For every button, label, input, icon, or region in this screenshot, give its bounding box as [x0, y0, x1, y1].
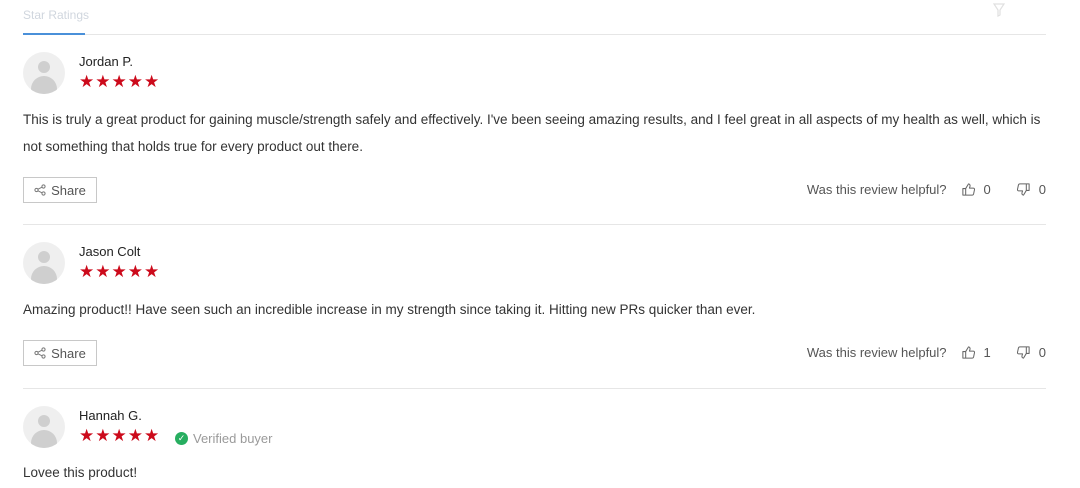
helpful-label: Was this review helpful? [806, 345, 947, 360]
avatar-head-shape [38, 61, 50, 73]
share-icon [34, 184, 46, 196]
avatar-body-shape [31, 266, 57, 284]
avatar [23, 52, 65, 94]
review-author: Hannah G. [79, 408, 142, 423]
share-icon [34, 347, 46, 359]
upvote-count: 0 [983, 182, 991, 197]
thumbs-down-button[interactable]: 0 [1016, 182, 1046, 197]
avatar-body-shape [31, 76, 57, 94]
helpful-vote-bar: Was this review helpful? 1 0 [807, 345, 1046, 360]
avatar-head-shape [38, 251, 50, 263]
thumbs-up-button[interactable]: 0 [961, 182, 991, 197]
avatar-head-shape [38, 415, 50, 427]
review-item: Jason Colt ★★★★★ Amazing product!! Have … [23, 225, 1046, 389]
share-label: Share [51, 345, 86, 361]
avatar [23, 406, 65, 448]
helpful-label: Was this review helpful? [806, 182, 947, 197]
thumbs-up-icon [961, 346, 975, 359]
tab-star-ratings[interactable]: Star Ratings [23, 8, 89, 34]
review-body: Amazing product!! Have seen such an incr… [23, 302, 756, 317]
star-rating: ★★★★★ [79, 262, 161, 281]
review-body: This is truly a great product for gainin… [23, 112, 1041, 154]
thumbs-down-icon [1016, 346, 1030, 359]
verified-buyer-badge: ✓ Verified buyer [175, 431, 273, 446]
review-item: Jordan P. ★★★★★ This is truly a great pr… [23, 35, 1046, 225]
reviews-tab-bar: Star Ratings [23, 0, 1046, 35]
star-rating: ★★★★★ [79, 72, 161, 91]
share-button[interactable]: Share [23, 340, 97, 366]
share-button[interactable]: Share [23, 177, 97, 203]
share-label: Share [51, 182, 86, 198]
check-circle-icon: ✓ [175, 432, 188, 445]
review-body: Lovee this product! [23, 465, 138, 480]
thumbs-up-button[interactable]: 1 [961, 345, 991, 360]
thumbs-down-button[interactable]: 0 [1016, 345, 1046, 360]
star-rating: ★★★★★ [79, 426, 161, 445]
upvote-count: 1 [983, 345, 991, 360]
thumbs-down-icon [1016, 183, 1030, 196]
review-author: Jason Colt [79, 244, 141, 259]
downvote-count: 0 [1038, 182, 1046, 197]
verified-label: Verified buyer [193, 431, 273, 446]
thumbs-up-icon [961, 183, 975, 196]
avatar [23, 242, 65, 284]
review-item: Hannah G. ★★★★★ ✓ Verified buyer Lovee t… [23, 389, 1046, 488]
review-author: Jordan P. [79, 54, 133, 69]
tab-star-ratings-label: Star Ratings [23, 8, 90, 22]
helpful-vote-bar: Was this review helpful? 0 0 [807, 182, 1046, 197]
reviews-page: Star Ratings Jordan P. ★★★★★ This is tru… [0, 0, 1080, 488]
downvote-count: 0 [1038, 345, 1046, 360]
filter-icon[interactable] [992, 2, 1006, 18]
avatar-body-shape [31, 430, 57, 448]
